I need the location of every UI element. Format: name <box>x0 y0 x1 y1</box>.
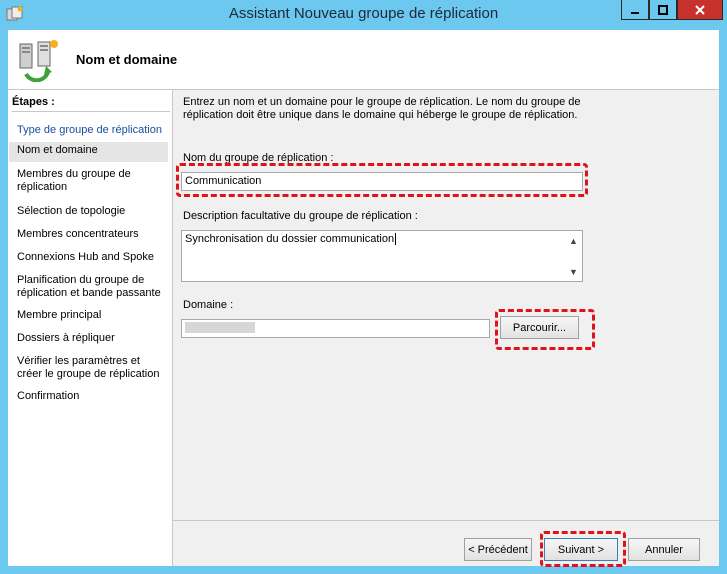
description-label: Description facultative du groupe de rép… <box>183 210 418 222</box>
close-icon <box>695 4 705 15</box>
minimize-button[interactable] <box>621 0 649 20</box>
step-planification: Planification du groupe de réplication e… <box>17 274 161 299</box>
main-panel: Entrez un nom et un domaine pour le grou… <box>173 90 719 520</box>
step-verifier: Vérifier les paramètres et créer le grou… <box>17 355 160 380</box>
step-dossiers: Dossiers à répliquer <box>17 332 115 344</box>
wizard-header: Nom et domaine <box>8 30 719 90</box>
cancel-button[interactable]: Annuler <box>628 538 700 561</box>
intro-text: Entrez un nom et un domaine pour le grou… <box>183 96 581 121</box>
next-highlight <box>540 531 626 567</box>
button-bar: < Précédent Suivant > Annuler <box>173 520 719 567</box>
step-membres: Membres du groupe de réplication <box>17 168 131 193</box>
name-highlight <box>176 163 588 197</box>
step-nom-domaine[interactable]: Nom et domaine <box>9 142 168 162</box>
steps-title: Étapes : <box>12 96 170 112</box>
step-membres-concentrateurs: Membres concentrateurs <box>17 228 139 240</box>
domain-redacted <box>185 322 255 333</box>
replication-wizard-icon <box>16 38 60 83</box>
steps-panel: Étapes : Type de groupe de réplication N… <box>8 90 173 566</box>
page-heading: Nom et domaine <box>76 52 178 67</box>
scroll-up-icon[interactable]: ▲ <box>566 233 581 248</box>
browse-highlight <box>495 309 595 350</box>
back-button[interactable]: < Précédent <box>464 538 532 561</box>
minimize-icon <box>631 11 639 14</box>
step-membre-principal: Membre principal <box>17 309 102 321</box>
step-type-groupe[interactable]: Type de groupe de réplication <box>9 122 168 139</box>
step-topologie: Sélection de topologie <box>17 205 126 217</box>
maximize-icon <box>658 4 668 15</box>
description-text: Synchronisation du dossier communication <box>185 233 395 245</box>
domain-input[interactable] <box>181 319 490 338</box>
step-hub-spoke: Connexions Hub and Spoke <box>17 251 154 263</box>
close-button[interactable] <box>677 0 723 20</box>
maximize-button[interactable] <box>649 0 677 20</box>
domain-label: Domaine : <box>183 299 234 311</box>
window-title: Assistant Nouveau groupe de réplication <box>228 5 499 22</box>
step-confirmation: Confirmation <box>17 390 80 402</box>
description-input[interactable]: Synchronisation du dossier communication… <box>181 230 583 282</box>
scroll-down-icon[interactable]: ▼ <box>566 264 581 279</box>
